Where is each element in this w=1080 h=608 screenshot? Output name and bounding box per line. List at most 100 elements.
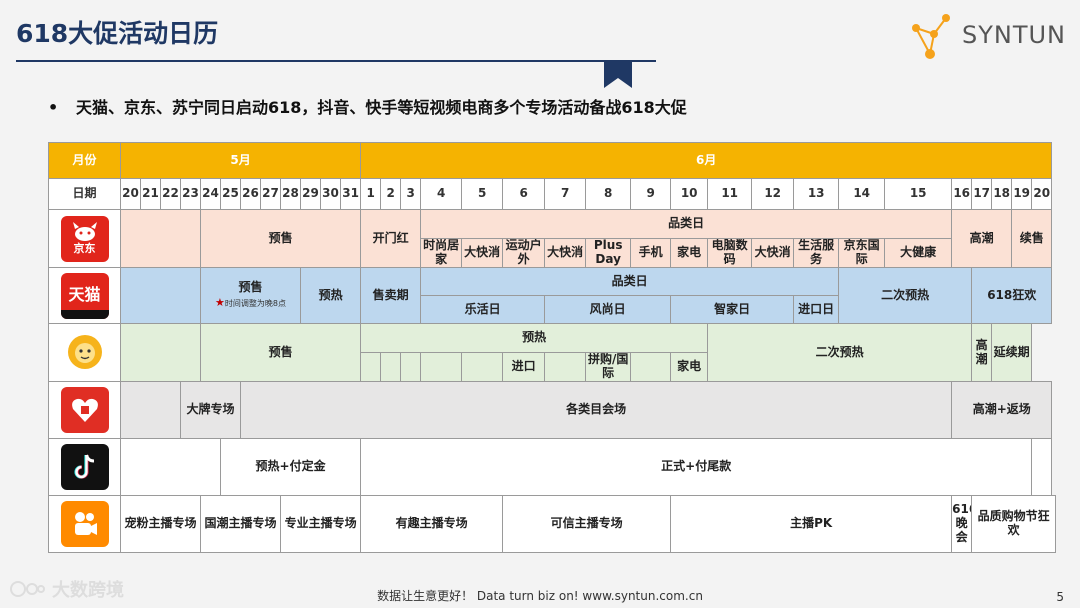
bookmark-icon: [604, 60, 632, 88]
date-cell: 7: [544, 178, 587, 210]
tmall-sub: 智家日: [670, 295, 795, 324]
date-cell: 20: [120, 178, 141, 210]
date-cell: 30: [320, 178, 341, 210]
douyin-app-icon: [60, 444, 109, 490]
tmall-warmup: 预热: [299, 267, 362, 324]
summary-text: 天猫、京东、苏宁同日启动618，抖音、快手等短视频电商多个专场活动备战618大促: [76, 98, 687, 117]
date-cell: 21: [140, 178, 161, 210]
suning-empty: [120, 323, 201, 382]
suning-sub: 进口: [502, 352, 546, 382]
kuaishou-logo-cell: [48, 495, 121, 553]
date-cell: 31: [339, 178, 362, 210]
date-cell: 5: [461, 178, 504, 210]
date-cell: 1: [360, 178, 382, 210]
jd-dog-icon: [72, 222, 97, 242]
date-cell: 6: [502, 178, 546, 210]
date-cell: 14: [838, 178, 886, 210]
jd-presale: 预售: [199, 209, 362, 268]
pdd-category-venue: 各类目会场: [239, 381, 953, 439]
suning-sub: 家电: [670, 352, 709, 382]
footer-slogan: 数据让生意更好！ Data turn biz on! www.syntun.co…: [377, 589, 703, 603]
jd-cat: Plus Day: [585, 238, 632, 268]
tmall-category-day: 品类日: [420, 267, 840, 296]
star-icon: ★: [215, 296, 225, 310]
douyin-empty-end: [1031, 438, 1053, 496]
pdd-brand-zone: 大牌专场: [180, 381, 241, 439]
suning-blank: [544, 352, 587, 382]
tmall-carnival: 618狂欢: [971, 267, 1053, 324]
suning-second-warmup: 二次预热: [707, 323, 973, 382]
date-cell: 17: [971, 178, 993, 210]
suning-blank: [360, 352, 382, 382]
page-number: 5: [1056, 590, 1064, 604]
kuaishou-zone: 有趣主播专场: [360, 495, 504, 553]
date-cell: 27: [260, 178, 281, 210]
tmall-empty: [120, 267, 201, 324]
jd-cat: 家电: [670, 238, 709, 268]
promo-calendar-table: 月份 5月 6月 日期 20 21 22 23 24 25 26 27 28 2…: [48, 142, 1056, 553]
date-label: 日期: [48, 178, 121, 210]
jd-category-day: 品类日: [420, 209, 953, 239]
kuaishou-zone: 主播PK: [670, 495, 953, 553]
jd-cat: 手机: [630, 238, 672, 268]
suning-extended: 延续期: [991, 323, 1033, 382]
douyin-final-payment: 正式+付尾款: [360, 438, 1033, 496]
kuaishou-zone: 专业主播专场: [279, 495, 362, 553]
suning-blank: [400, 352, 422, 382]
jd-cat: 大健康: [884, 238, 953, 268]
suning-peak: 高潮: [971, 323, 993, 382]
douyin-warmup-deposit: 预热+付定金: [219, 438, 362, 496]
tmall-sub: 进口日: [793, 295, 840, 324]
date-cell: 20: [1031, 178, 1053, 210]
brand-name: SYNTUN: [961, 21, 1066, 49]
douyin-logo-cell: [48, 438, 121, 496]
kuaishou-zone: 可信主播专场: [502, 495, 672, 553]
tmall-logo-cell: 天猫: [48, 267, 121, 324]
jd-peak: 高潮: [951, 209, 1013, 268]
suning-row-top: 预售 预热 二次预热 高潮 延续期: [48, 323, 1056, 382]
suning-blank: [630, 352, 672, 382]
jd-logo-cell: 京东: [48, 209, 121, 268]
jd-empty: [120, 209, 201, 268]
syntun-logo: SYNTUN: [906, 10, 1066, 60]
suning-presale: 预售: [199, 323, 362, 382]
date-cell: 12: [751, 178, 795, 210]
jd-cat: 大快消: [544, 238, 587, 268]
month-june: 6月: [360, 142, 1053, 179]
jd-cat: 京东国际: [838, 238, 886, 268]
date-cell: 8: [585, 178, 632, 210]
kuaishou-zone: 宠粉主播专场: [120, 495, 201, 553]
title-divider: [16, 60, 656, 62]
tmall-cat-face-icon: [60, 309, 109, 319]
pdd-heart-icon: [71, 398, 98, 422]
month-may: 5月: [119, 142, 362, 179]
jd-app-text: 京东: [73, 242, 96, 256]
tmall-sub: 风尚日: [544, 295, 672, 324]
suning-lion-icon: [67, 335, 102, 370]
kuaishou-gala: 616晚会: [951, 495, 973, 553]
date-cell: 2: [380, 178, 402, 210]
date-cell: 24: [200, 178, 221, 210]
suning-logo-cell: [48, 323, 121, 382]
date-cell: 9: [630, 178, 672, 210]
month-label: 月份: [48, 142, 121, 179]
kuaishou-camera-icon: [74, 512, 97, 535]
suning-blank: [461, 352, 504, 382]
tmall-second-warmup: 二次预热: [838, 267, 973, 324]
date-cell: 10: [670, 178, 709, 210]
tmall-row-top: 天猫 预售 ★时间调整为晚8点 预热 售卖期 品类日 二次预热 618狂欢: [48, 267, 1056, 324]
kuaishou-festival: 品质购物节狂欢: [971, 495, 1056, 553]
date-cell: 25: [220, 178, 241, 210]
suning-blank: [420, 352, 463, 382]
jd-kickoff: 开门红: [360, 209, 422, 268]
date-row: 日期 20 21 22 23 24 25 26 27 28 29 30 31 1…: [48, 178, 1056, 210]
date-cell: 22: [160, 178, 181, 210]
pdd-logo-cell: [48, 381, 121, 439]
suning-app-icon: [60, 329, 109, 376]
tmall-sub: 乐活日: [420, 295, 546, 324]
tmall-presale-note: 时间调整为晚8点: [224, 299, 286, 309]
tmall-presale: 预售: [238, 280, 263, 295]
jd-continue: 续售: [1011, 209, 1053, 268]
summary-bullet: • 天猫、京东、苏宁同日启动618，抖音、快手等短视频电商多个专场活动备战618大…: [48, 94, 687, 118]
jd-app-icon: 京东: [60, 215, 109, 262]
